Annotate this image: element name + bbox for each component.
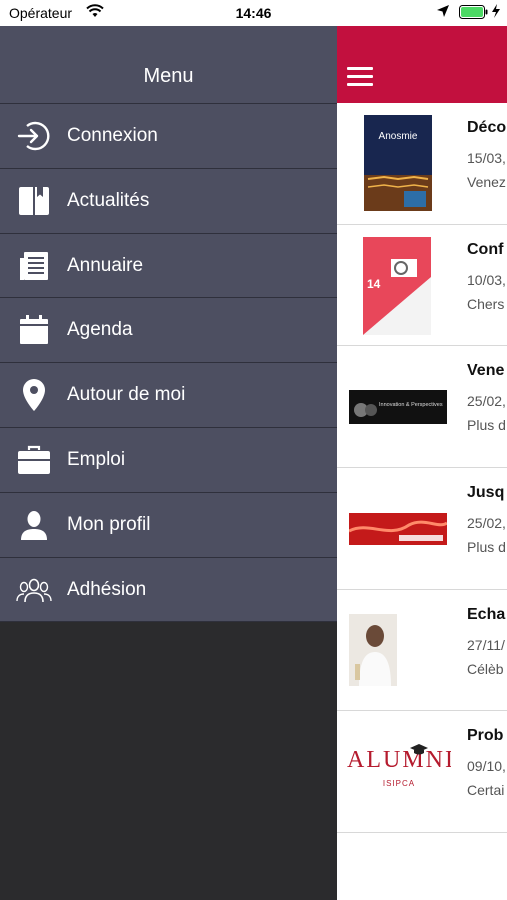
- document-icon: [16, 248, 52, 284]
- drawer-header: Menu: [0, 26, 337, 104]
- graduation-cap-icon: [410, 744, 428, 755]
- menu-item-emploi[interactable]: Emploi: [0, 428, 337, 493]
- briefcase-icon: [16, 442, 52, 478]
- user-icon: [16, 507, 52, 543]
- news-excerpt: Venez: [467, 174, 506, 190]
- battery-icon: [459, 5, 489, 22]
- menu-item-label: Agenda: [67, 319, 133, 341]
- charging-icon: [491, 4, 501, 21]
- top-navbar: [337, 26, 507, 103]
- isipca-label: ISIPCA: [382, 779, 416, 789]
- menu-item-mon-profil[interactable]: Mon profil: [0, 493, 337, 558]
- drawer-empty-area: [0, 622, 337, 900]
- menu-item-label: Adhésion: [67, 578, 147, 600]
- menu-item-label: Autour de moi: [67, 384, 186, 406]
- news-title: Vene: [467, 362, 505, 380]
- menu-item-agenda[interactable]: Agenda: [0, 298, 337, 364]
- news-item[interactable]: 14 Conf 10/03, Chers: [337, 225, 507, 347]
- news-item[interactable]: Anosmie Déco 15/03, Venez: [337, 103, 507, 225]
- menu-item-annuaire[interactable]: Annuaire: [0, 234, 337, 299]
- menu-item-adhesion[interactable]: Adhésion: [0, 558, 337, 623]
- group-icon: [16, 572, 52, 608]
- menu-item-autour-de-moi[interactable]: Autour de moi: [0, 363, 337, 428]
- drawer-title: Menu: [143, 65, 194, 87]
- news-item[interactable]: Jusq 25/02, Plus d: [337, 468, 507, 590]
- news-excerpt: Célèb: [467, 660, 504, 677]
- book-icon: [16, 183, 52, 219]
- menu-item-label: Connexion: [67, 125, 158, 146]
- news-date: 25/02,: [467, 515, 506, 532]
- hamburger-menu-icon[interactable]: [347, 67, 373, 87]
- news-excerpt: Plus d: [467, 417, 506, 434]
- news-excerpt: Plus d: [467, 539, 506, 556]
- thumbnail-caption: Anosmie: [378, 131, 418, 142]
- news-title: Déco: [467, 119, 507, 136]
- news-thumbnail: [349, 513, 447, 546]
- news-title: Jusq: [467, 484, 505, 502]
- thumbnail-caption: 14: [367, 276, 381, 291]
- news-pane: Anosmie Déco 15/03, Venez 14 Conf 10/03,…: [337, 26, 507, 900]
- thumbnail-caption: Innovation & Perspectives: [379, 402, 443, 409]
- news-title: Echa: [467, 605, 506, 623]
- menu-item-label: Mon profil: [67, 513, 151, 535]
- menu-item-connexion[interactable]: Connexion: [0, 104, 337, 169]
- menu-item-actualites[interactable]: Actualités: [0, 169, 337, 234]
- login-icon: [16, 118, 52, 154]
- location-arrow-icon: [436, 4, 450, 21]
- menu-item-label: Annuaire: [67, 254, 144, 276]
- news-date: 15/03,: [467, 150, 506, 166]
- location-pin-icon: [16, 377, 52, 413]
- side-drawer: Menu Connexion Actualités Annuaire Agend…: [0, 26, 337, 623]
- news-title: Prob: [467, 727, 504, 745]
- menu-item-label: Actualités: [67, 189, 150, 211]
- alumni-logo: ALUMNI ISIPCA: [347, 741, 451, 803]
- news-thumbnail: [349, 613, 397, 686]
- news-thumbnail: Innovation & Perspectives: [349, 390, 447, 425]
- news-item[interactable]: Echa 27/11/ Célèb: [337, 590, 507, 712]
- news-title: Conf: [467, 240, 504, 258]
- news-excerpt: Chers: [467, 295, 505, 312]
- news-item[interactable]: Innovation & Perspectives Vene 25/02, Pl…: [337, 346, 507, 469]
- status-bar: Opérateur 14:46: [0, 0, 507, 26]
- news-excerpt: Certai: [467, 782, 505, 799]
- news-date: 25/02,: [467, 393, 506, 410]
- news-item[interactable]: ALUMNI ISIPCA Prob 09/10, Certai: [337, 711, 507, 834]
- calendar-icon: [16, 312, 52, 348]
- news-date: 09/10,: [467, 758, 506, 775]
- news-thumbnail: Anosmie: [364, 115, 432, 211]
- clock: 14:46: [235, 5, 272, 21]
- news-date: 10/03,: [467, 271, 506, 288]
- alumni-logo-text: ALUMNI: [347, 747, 451, 774]
- menu-item-label: Emploi: [67, 448, 126, 470]
- news-date: 27/11/: [467, 636, 505, 653]
- news-thumbnail: 14: [363, 236, 431, 335]
